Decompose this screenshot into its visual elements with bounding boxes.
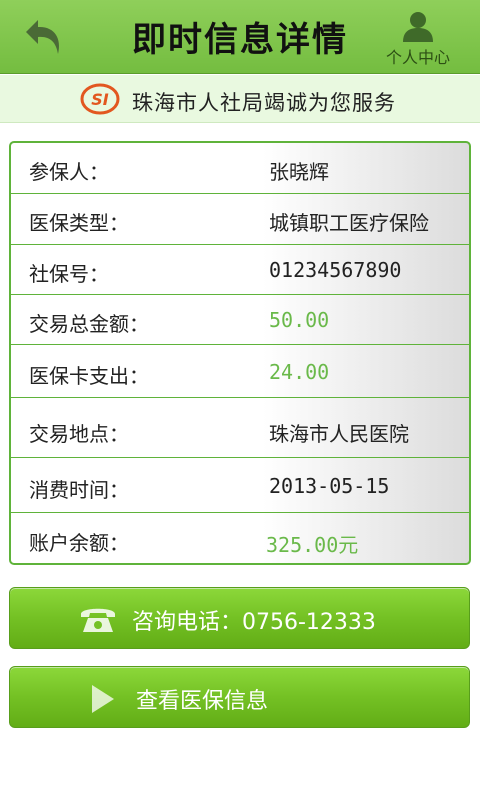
view-medical-info-button[interactable]: 查看医保信息 xyxy=(9,666,470,728)
social-security-number-label: 社保号： xyxy=(29,262,109,286)
transaction-detail-card: 参保人： 张晓辉 医保类型： 城镇职工医疗保险 社保号： 01234567890… xyxy=(9,141,471,565)
social-security-number-value: 01234567890 xyxy=(269,258,402,282)
insured-person-label: 参保人： xyxy=(29,160,109,184)
svg-text:SI: SI xyxy=(91,90,109,109)
social-insurance-logo: SI xyxy=(80,83,120,115)
consumption-time-value: 2013-05-15 xyxy=(269,474,390,498)
transaction-location-label: 交易地点： xyxy=(29,422,129,446)
insured-person-value: 张晓辉 xyxy=(269,160,329,184)
account-balance-value: 325.00元 xyxy=(266,533,359,557)
si-logo-icon: SI xyxy=(80,83,120,115)
view-medical-info-label: 查看医保信息 xyxy=(136,689,269,714)
row-transaction-location: 交易地点： 珠海市人民医院 xyxy=(11,398,469,458)
insurance-type-label: 医保类型： xyxy=(29,211,129,235)
user-center-label: 个人中心 xyxy=(385,48,450,67)
telephone-icon xyxy=(81,608,115,632)
account-balance-label: 账户余额： xyxy=(29,531,129,555)
total-amount-label: 交易总金额： xyxy=(29,312,149,336)
consult-phone-label: 咨询电话：0756-12333 xyxy=(132,610,376,635)
consumption-time-label: 消费时间： xyxy=(29,478,129,502)
transaction-location-value: 珠海市人民医院 xyxy=(269,422,409,446)
row-consumption-time: 消费时间： 2013-05-15 xyxy=(11,458,469,513)
row-total-amount: 交易总金额： 50.00 xyxy=(11,295,469,345)
row-card-payment: 医保卡支出： 24.00 xyxy=(11,345,469,398)
card-payment-value: 24.00 xyxy=(269,360,330,384)
card-payment-label: 医保卡支出： xyxy=(29,364,149,388)
row-insured-person: 参保人： 张晓辉 xyxy=(11,143,469,194)
row-insurance-type: 医保类型： 城镇职工医疗保险 xyxy=(11,194,469,245)
insurance-type-value: 城镇职工医疗保险 xyxy=(269,211,429,235)
total-amount-value: 50.00 xyxy=(269,308,330,332)
play-arrow-icon xyxy=(92,685,114,713)
user-center-button[interactable]: 个人中心 xyxy=(378,10,458,67)
user-icon xyxy=(403,12,433,42)
header-bar: 即时信息详情 个人中心 xyxy=(0,0,480,74)
row-account-balance: 账户余额： 325.00元 xyxy=(11,513,469,563)
consult-phone-button[interactable]: 咨询电话：0756-12333 xyxy=(9,587,470,649)
row-social-security-number: 社保号： 01234567890 xyxy=(11,245,469,295)
service-banner: SI 珠海市人社局竭诚为您服务 xyxy=(0,75,480,123)
banner-slogan: 珠海市人社局竭诚为您服务 xyxy=(132,91,396,115)
